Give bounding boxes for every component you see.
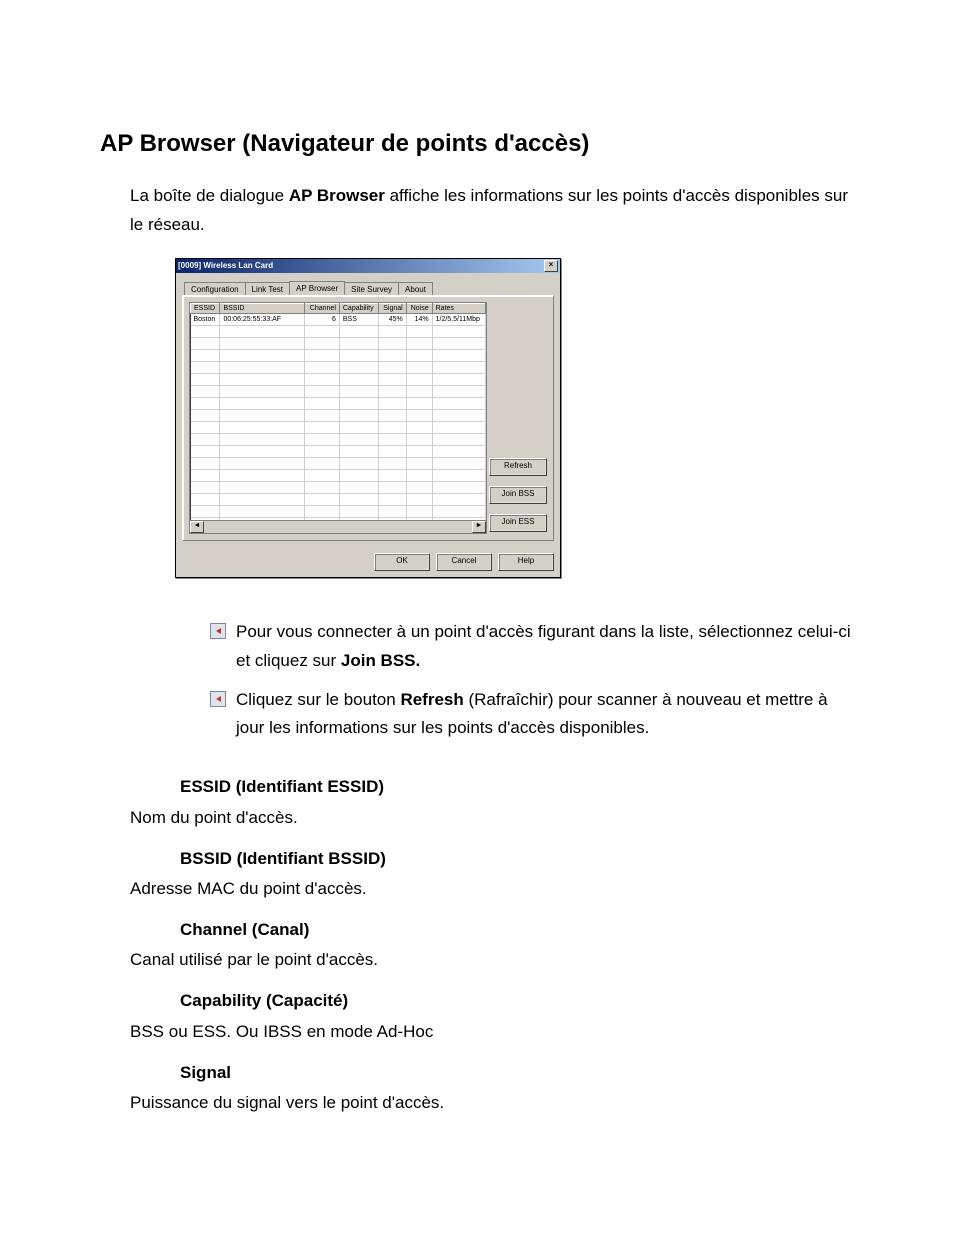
table-row[interactable] — [191, 493, 486, 505]
join-bss-button[interactable]: Join BSS — [489, 486, 547, 504]
refresh-button[interactable]: Refresh — [489, 458, 547, 476]
horizontal-scrollbar[interactable]: ◄ ► — [189, 521, 487, 534]
table-row[interactable] — [191, 373, 486, 385]
intro-bold: AP Browser — [289, 186, 385, 205]
cell-channel: 6 — [305, 313, 339, 325]
term-capability: Capability (Capacité) — [180, 987, 859, 1014]
desc-capability: BSS ou ESS. Ou IBSS en mode Ad-Hoc — [130, 1018, 859, 1045]
bullet-icon — [210, 623, 226, 639]
list-item: Pour vous connecter à un point d'accès f… — [210, 618, 859, 676]
table-row[interactable] — [191, 409, 486, 421]
table-row[interactable] — [191, 505, 486, 517]
cell-signal: 45% — [379, 313, 407, 325]
col-rates[interactable]: Rates — [432, 303, 485, 313]
definitions: ESSID (Identifiant ESSID) Nom du point d… — [130, 773, 859, 1116]
tab-panel: ESSID BSSID Channel Capability Signal No… — [182, 295, 554, 541]
table-row[interactable] — [191, 469, 486, 481]
table-row[interactable] — [191, 457, 486, 469]
bullet-bold: Join BSS. — [341, 651, 420, 670]
tab-configuration[interactable]: Configuration — [184, 282, 246, 296]
dialog-title: [0009] Wireless Lan Card — [178, 261, 273, 270]
table-row[interactable] — [191, 445, 486, 457]
help-button[interactable]: Help — [498, 553, 554, 571]
dialog-tabs: Configuration Link Test AP Browser Site … — [184, 281, 554, 295]
table-row[interactable] — [191, 325, 486, 337]
desc-signal: Puissance du signal vers le point d'accè… — [130, 1089, 859, 1116]
cell-essid: Boston — [191, 313, 220, 325]
page-title: AP Browser (Navigateur de points d'accès… — [100, 130, 859, 158]
grid-header-row: ESSID BSSID Channel Capability Signal No… — [191, 303, 486, 313]
list-item: Cliquez sur le bouton Refresh (Rafraîchi… — [210, 686, 859, 744]
tab-about[interactable]: About — [398, 282, 433, 296]
col-channel[interactable]: Channel — [305, 303, 339, 313]
cell-rates: 1/2/5.5/11Mbp — [432, 313, 485, 325]
table-row[interactable] — [191, 397, 486, 409]
bullet-icon — [210, 691, 226, 707]
col-noise[interactable]: Noise — [406, 303, 432, 313]
table-row[interactable] — [191, 361, 486, 373]
join-ess-button[interactable]: Join ESS — [489, 514, 547, 532]
term-signal: Signal — [180, 1059, 859, 1086]
desc-essid: Nom du point d'accès. — [130, 804, 859, 831]
desc-channel: Canal utilisé par le point d'accès. — [130, 946, 859, 973]
cancel-button[interactable]: Cancel — [436, 553, 492, 571]
ap-grid[interactable]: ESSID BSSID Channel Capability Signal No… — [189, 302, 487, 521]
table-row[interactable] — [191, 337, 486, 349]
table-row[interactable]: Boston 00:06:25:55:33:AF 6 BSS 45% 14% 1… — [191, 313, 486, 325]
table-row[interactable] — [191, 433, 486, 445]
col-capability[interactable]: Capability — [339, 303, 378, 313]
table-row[interactable] — [191, 349, 486, 361]
term-channel: Channel (Canal) — [180, 916, 859, 943]
instruction-list: Pour vous connecter à un point d'accès f… — [210, 618, 859, 744]
term-essid: ESSID (Identifiant ESSID) — [180, 773, 859, 800]
bullet-pre: Pour vous connecter à un point d'accès f… — [236, 622, 851, 670]
tab-ap-browser[interactable]: AP Browser — [289, 281, 345, 295]
ok-button[interactable]: OK — [374, 553, 430, 571]
intro-paragraph: La boîte de dialogue AP Browser affiche … — [130, 182, 859, 240]
intro-pre: La boîte de dialogue — [130, 186, 289, 205]
dialog-titlebar[interactable]: [0009] Wireless Lan Card × — [176, 259, 560, 273]
tab-site-survey[interactable]: Site Survey — [344, 282, 399, 296]
col-essid[interactable]: ESSID — [191, 303, 220, 313]
scroll-right-icon[interactable]: ► — [472, 521, 486, 533]
cell-capability: BSS — [339, 313, 378, 325]
table-row[interactable] — [191, 385, 486, 397]
col-signal[interactable]: Signal — [379, 303, 407, 313]
desc-bssid: Adresse MAC du point d'accès. — [130, 875, 859, 902]
close-icon[interactable]: × — [544, 260, 558, 272]
table-row[interactable] — [191, 481, 486, 493]
col-bssid[interactable]: BSSID — [220, 303, 305, 313]
tab-link-test[interactable]: Link Test — [245, 282, 290, 296]
table-row[interactable] — [191, 421, 486, 433]
bullet-bold: Refresh — [400, 690, 463, 709]
ap-browser-dialog: [0009] Wireless Lan Card × Configuration… — [175, 258, 561, 578]
cell-bssid: 00:06:25:55:33:AF — [220, 313, 305, 325]
cell-noise: 14% — [406, 313, 432, 325]
scroll-left-icon[interactable]: ◄ — [190, 521, 204, 533]
bullet-pre: Cliquez sur le bouton — [236, 690, 400, 709]
term-bssid: BSSID (Identifiant BSSID) — [180, 845, 859, 872]
